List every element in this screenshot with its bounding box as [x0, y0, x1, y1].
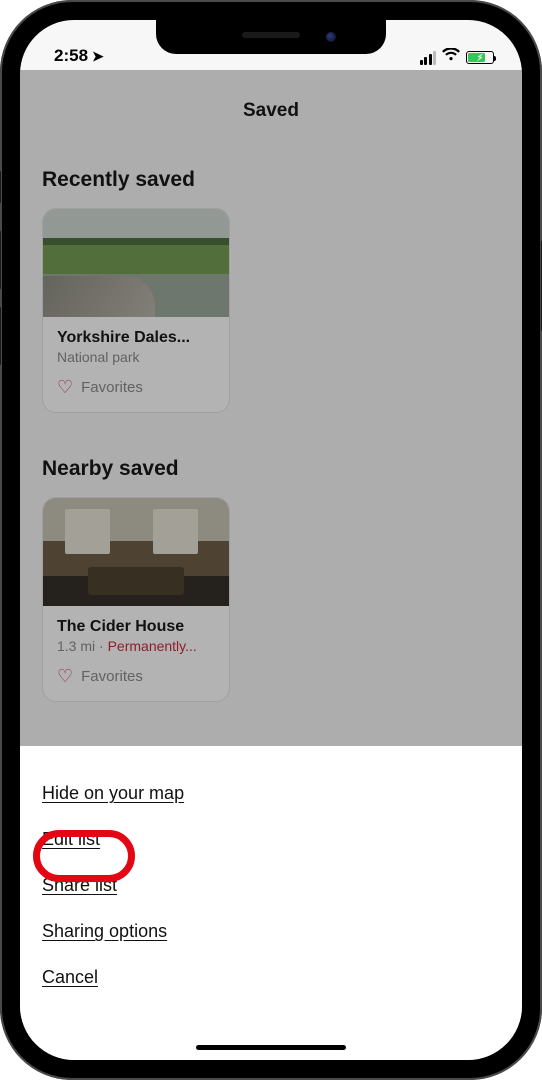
page-title: Saved [20, 70, 522, 162]
favorites-label: Favorites [81, 668, 143, 685]
place-image [43, 498, 229, 606]
place-subtitle: National park [57, 349, 215, 365]
cellular-signal-icon [420, 51, 437, 65]
charging-icon: ⚡︎ [477, 53, 483, 62]
volume-down-button [0, 306, 1, 366]
place-status: Permanently... [108, 638, 197, 654]
phone-frame: 2:58 ➤ ⚡︎ Saved Recently saved [0, 0, 542, 1080]
page-content: Saved Recently saved Yorkshire Dales... … [20, 70, 522, 702]
status-time: 2:58 [54, 46, 88, 66]
volume-up-button [0, 230, 1, 290]
place-name: Yorkshire Dales... [57, 329, 215, 347]
sheet-edit-list[interactable]: Edit list [42, 816, 100, 862]
wifi-icon [442, 48, 460, 65]
sheet-share-list[interactable]: Share list [42, 862, 117, 908]
place-image [43, 209, 229, 317]
action-sheet: Hide on your map Edit list Share list Sh… [20, 746, 522, 1060]
heart-icon: ♡ [57, 377, 73, 398]
favorites-label: Favorites [81, 379, 143, 396]
mute-switch [0, 170, 1, 204]
sheet-sharing-options[interactable]: Sharing options [42, 908, 167, 954]
location-icon: ➤ [92, 48, 104, 65]
speaker [242, 32, 300, 38]
notch [156, 20, 386, 54]
place-subtitle: 1.3 mi · Permanently... [57, 638, 215, 654]
battery-icon: ⚡︎ [466, 51, 494, 64]
place-name: The Cider House [57, 618, 215, 636]
place-sep: · [95, 638, 107, 654]
home-indicator[interactable] [196, 1045, 346, 1050]
section-title-nearby: Nearby saved [20, 451, 522, 497]
heart-icon: ♡ [57, 666, 73, 687]
sheet-cancel[interactable]: Cancel [42, 954, 98, 1000]
section-title-recent: Recently saved [20, 162, 522, 208]
place-distance: 1.3 mi [57, 638, 95, 654]
screen: 2:58 ➤ ⚡︎ Saved Recently saved [20, 20, 522, 1060]
place-card-nearby[interactable]: The Cider House 1.3 mi · Permanently... … [42, 497, 230, 702]
front-camera [326, 32, 336, 42]
sheet-hide-on-map[interactable]: Hide on your map [42, 770, 184, 816]
place-card-recent[interactable]: Yorkshire Dales... National park ♡ Favor… [42, 208, 230, 413]
